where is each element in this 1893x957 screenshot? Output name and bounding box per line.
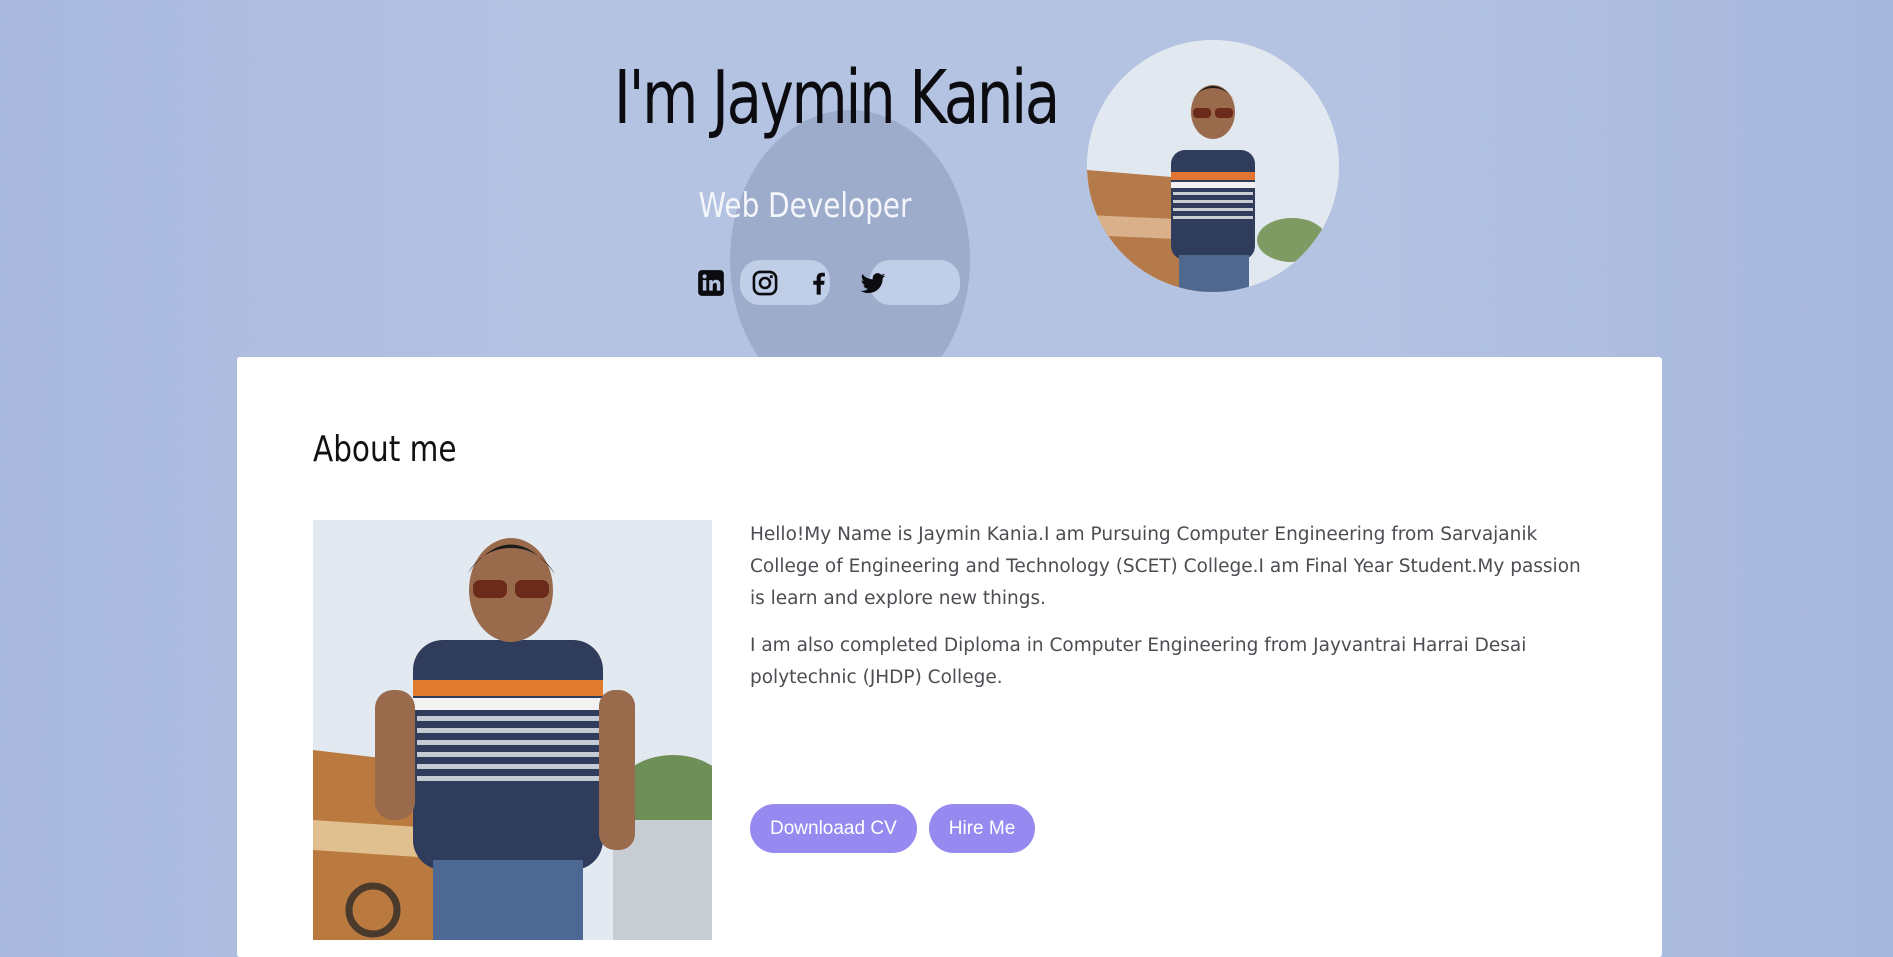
twitter-link[interactable] <box>858 268 888 298</box>
facebook-icon <box>813 272 825 295</box>
about-photo-image <box>313 520 712 940</box>
about-actions: Downloaad CV Hire Me <box>750 804 1036 853</box>
instagram-icon <box>752 270 778 296</box>
facebook-link[interactable] <box>804 268 834 298</box>
background-portrait-image <box>730 110 970 370</box>
about-text: Hello!My Name is Jaymin Kania.I am Pursu… <box>750 519 1600 709</box>
instagram-link[interactable] <box>750 268 780 298</box>
linkedin-link[interactable] <box>696 268 726 298</box>
about-card: About me Hello!My Name is Jaymin Kania.I… <box>237 357 1662 957</box>
linkedin-icon <box>698 270 724 296</box>
about-photo <box>313 520 712 940</box>
hero-section: I'm Jaymin Kania Web Developer <box>0 0 1893 370</box>
profile-avatar <box>1087 40 1339 292</box>
about-paragraph-1: Hello!My Name is Jaymin Kania.I am Pursu… <box>750 524 1581 609</box>
hero-subtitle: Web Developer <box>698 186 912 226</box>
hero-title: I'm Jaymin Kania <box>613 55 1060 141</box>
twitter-icon <box>860 273 886 294</box>
profile-photo <box>1087 40 1339 292</box>
about-heading: About me <box>313 429 457 470</box>
download-cv-button[interactable]: Downloaad CV <box>750 804 917 853</box>
hire-me-button[interactable]: Hire Me <box>928 804 1036 853</box>
social-links <box>696 268 888 298</box>
about-paragraph-2: I am also completed Diploma in Computer … <box>750 635 1527 688</box>
